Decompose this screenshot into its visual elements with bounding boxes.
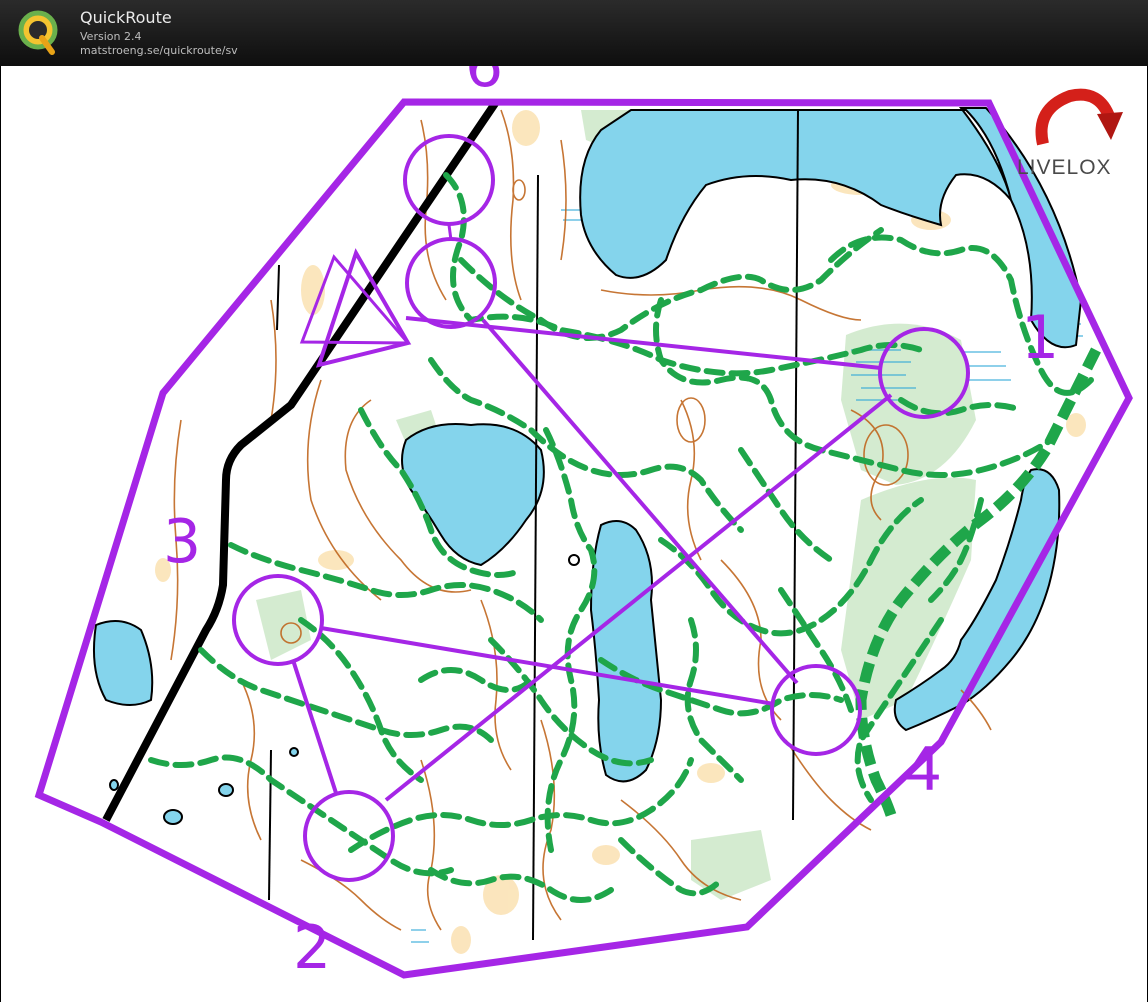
livelox-logo: LIVELOX	[1017, 156, 1112, 179]
control-circle-4	[770, 664, 862, 756]
title-bar: QuickRoute Version 2.4 matstroeng.se/qui…	[0, 0, 1148, 66]
small-control-marker	[568, 554, 580, 566]
control-label-6: 6	[465, 66, 503, 101]
orienteering-map[interactable]: 1 2 3 4 6	[0, 66, 1148, 1002]
app-version: Version 2.4	[80, 30, 142, 43]
app-title: QuickRoute	[80, 8, 172, 27]
north-lines	[268, 109, 799, 941]
app-url: matstroeng.se/quickroute/sv	[80, 44, 238, 57]
map-canvas: 1 2 3 4 6	[34, 66, 1133, 983]
quickroute-q-icon	[18, 10, 58, 55]
control-label-3: 3	[163, 507, 201, 577]
control-label-2: 2	[293, 913, 331, 983]
control-label-4: 4	[904, 735, 942, 805]
control-label-1: 1	[1021, 303, 1059, 373]
